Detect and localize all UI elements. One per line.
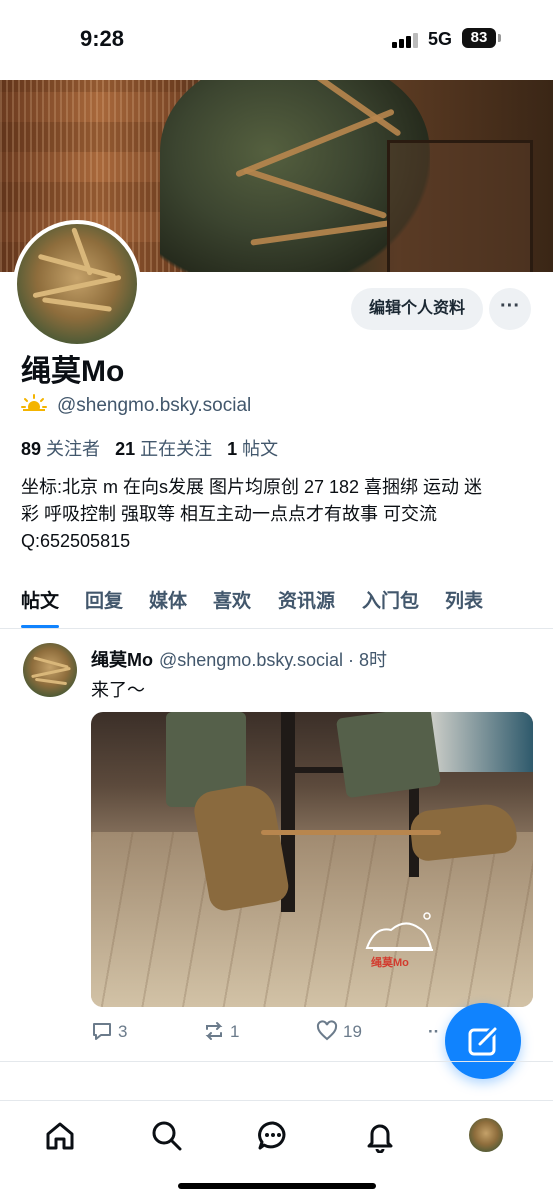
post-image[interactable]: 绳莫Mo bbox=[91, 712, 533, 1007]
active-tab-indicator bbox=[21, 625, 59, 628]
profile-tab-avatar[interactable] bbox=[469, 1118, 503, 1152]
home-icon[interactable] bbox=[43, 1119, 77, 1153]
tab-likes[interactable]: 喜欢 bbox=[213, 586, 251, 613]
feed-divider bbox=[0, 1061, 553, 1062]
display-name: 绳莫Mo bbox=[21, 355, 125, 388]
profile-tabs: 帖文 回复 媒体 喜欢 资讯源 入门包 列表 bbox=[0, 582, 553, 629]
post-author-handle[interactable]: @shengmo.bsky.social bbox=[159, 650, 343, 670]
sun-icon bbox=[21, 394, 47, 420]
repost-button[interactable]: 1 bbox=[203, 1020, 253, 1046]
reply-icon bbox=[93, 1023, 111, 1040]
reply-button[interactable]: 3 bbox=[91, 1020, 141, 1046]
following-stat[interactable]: 21 正在关注 bbox=[115, 439, 212, 459]
tab-starter-packs[interactable]: 入门包 bbox=[362, 586, 419, 613]
tab-posts[interactable]: 帖文 bbox=[21, 586, 59, 613]
status-bar: 9:28 5G 83 bbox=[0, 0, 553, 80]
tab-feeds[interactable]: 资讯源 bbox=[278, 586, 335, 613]
repost-icon bbox=[205, 1022, 223, 1040]
compose-icon bbox=[468, 1026, 498, 1056]
battery-icon: 83 bbox=[462, 28, 501, 48]
post-author-avatar[interactable] bbox=[23, 643, 77, 697]
signal-icon bbox=[392, 32, 420, 48]
watermark-logo: 绳莫Mo bbox=[361, 908, 439, 976]
post-time: · 8时 bbox=[348, 650, 388, 670]
network-label: 5G bbox=[428, 29, 453, 49]
handle-row: @shengmo.bsky.social bbox=[21, 394, 251, 420]
tab-lists[interactable]: 列表 bbox=[445, 586, 483, 613]
bell-icon[interactable] bbox=[363, 1119, 397, 1154]
edit-profile-button[interactable]: 编辑个人资料 bbox=[351, 288, 483, 330]
status-time: 9:28 bbox=[80, 26, 125, 51]
post-text: 来了～ bbox=[91, 680, 145, 700]
post-author-name[interactable]: 绳莫Mo bbox=[91, 650, 153, 670]
heart-icon bbox=[316, 1020, 338, 1041]
search-icon[interactable] bbox=[150, 1119, 184, 1153]
followers-stat[interactable]: 89 关注者 bbox=[21, 439, 100, 459]
compose-button[interactable] bbox=[445, 1003, 521, 1079]
profile-bio: 坐标:北京 m 在向s发展 图片均原创 27 182 喜捆绑 运动 迷 彩 呼吸… bbox=[21, 474, 531, 555]
like-button[interactable]: 19 bbox=[316, 1020, 366, 1046]
bio-line: 坐标:北京 m 在向s发展 图片均原创 27 182 喜捆绑 运动 迷 bbox=[21, 477, 483, 497]
tab-replies[interactable]: 回复 bbox=[85, 586, 123, 613]
bio-line: Q:652505815 bbox=[21, 531, 131, 551]
home-indicator bbox=[178, 1183, 376, 1189]
profile-stats: 89 关注者 21 正在关注 1 帖文 bbox=[21, 435, 288, 461]
post-header: 绳莫Mo @shengmo.bsky.social · 8时 bbox=[91, 646, 387, 672]
profile-avatar[interactable] bbox=[13, 220, 141, 348]
post-actions: 3 1 19 ·· bbox=[91, 1020, 471, 1046]
chat-icon[interactable] bbox=[256, 1119, 290, 1153]
bio-line: 彩 呼吸控制 强取等 相互主动一点点才有故事 可交流 bbox=[21, 504, 438, 524]
handle-text: @shengmo.bsky.social bbox=[57, 395, 252, 416]
tab-media[interactable]: 媒体 bbox=[149, 586, 187, 613]
posts-stat: 1 帖文 bbox=[227, 439, 279, 459]
more-options-button[interactable]: ··· bbox=[489, 288, 531, 330]
